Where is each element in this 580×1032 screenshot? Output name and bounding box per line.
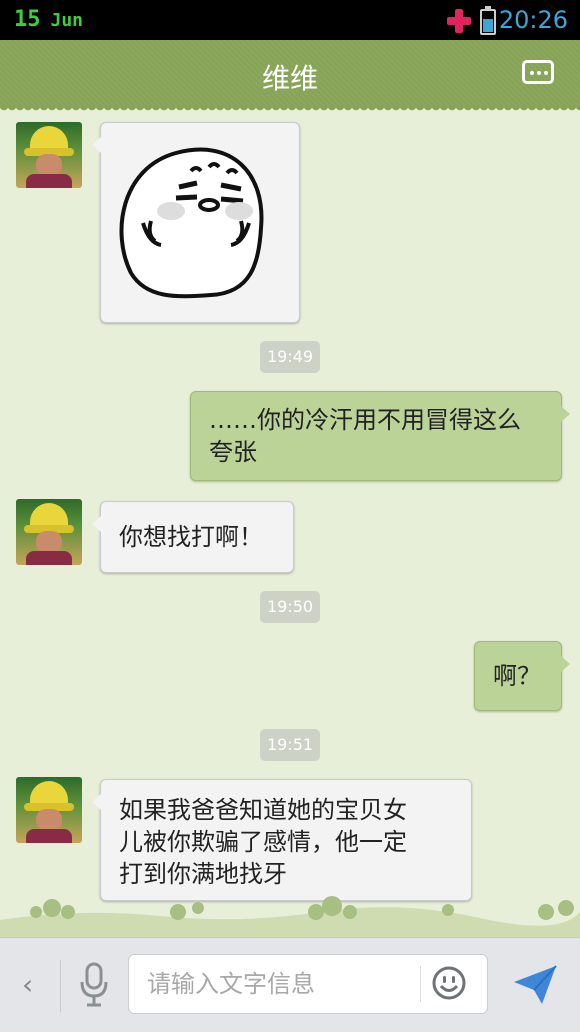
status-time: 20:26 xyxy=(498,6,568,34)
medical-cross-icon xyxy=(447,9,471,33)
smiley-icon[interactable] xyxy=(432,966,466,1000)
message-line: 啊？ xyxy=(493,662,541,690)
timestamp-badge: 19:50 xyxy=(260,591,320,623)
contact-avatar[interactable] xyxy=(16,122,82,188)
timestamp-badge: 19:51 xyxy=(260,729,320,761)
title-bar: 维维 xyxy=(0,40,580,112)
incoming-message-bubble[interactable]: 你想找打啊！ xyxy=(92,501,294,573)
message-line: 你想找打啊！ xyxy=(119,523,263,551)
status-day: 15 xyxy=(14,7,41,32)
battery-icon xyxy=(480,6,496,35)
status-bar: 15 Jun 20:26 xyxy=(0,0,580,40)
chat-menu-icon[interactable] xyxy=(522,60,554,84)
sticker-bubble[interactable] xyxy=(92,122,300,323)
input-bar: ‹ xyxy=(0,937,580,1032)
chat-area[interactable]: 19:49 ……你的冷汗用不用冒得这么 夸张 你想找打啊！ 19:50 啊？ 1… xyxy=(0,112,580,953)
seal-sticker xyxy=(119,147,264,299)
divider xyxy=(60,960,61,1012)
status-date: 15 Jun xyxy=(14,7,93,32)
contact-avatar[interactable] xyxy=(16,777,82,843)
incoming-message-bubble[interactable]: 如果我爸爸知道她的宝贝女 儿被你欺骗了感情，他一定 打到你满地找牙 xyxy=(92,779,472,901)
message-line: 打到你满地找牙 xyxy=(119,860,287,888)
hills-decoration xyxy=(0,896,580,938)
back-arrow-icon[interactable]: ‹ xyxy=(22,968,33,1001)
message-line: 如果我爸爸知道她的宝贝女 xyxy=(119,796,407,824)
status-month: Jun xyxy=(50,10,84,31)
chat-title: 维维 xyxy=(261,62,318,95)
outgoing-message-bubble[interactable]: 啊？ xyxy=(474,641,570,711)
message-line: 儿被你欺骗了感情，他一定 xyxy=(119,828,407,856)
contact-avatar[interactable] xyxy=(16,499,82,565)
timestamp-badge: 19:49 xyxy=(260,341,320,373)
send-icon[interactable] xyxy=(512,964,558,1006)
microphone-icon[interactable] xyxy=(78,962,110,1008)
message-line: 夸张 xyxy=(209,438,257,466)
input-separator xyxy=(420,966,421,1002)
message-line: ……你的冷汗用不用冒得这么 xyxy=(209,406,521,434)
outgoing-message-bubble[interactable]: ……你的冷汗用不用冒得这么 夸张 xyxy=(190,391,570,481)
